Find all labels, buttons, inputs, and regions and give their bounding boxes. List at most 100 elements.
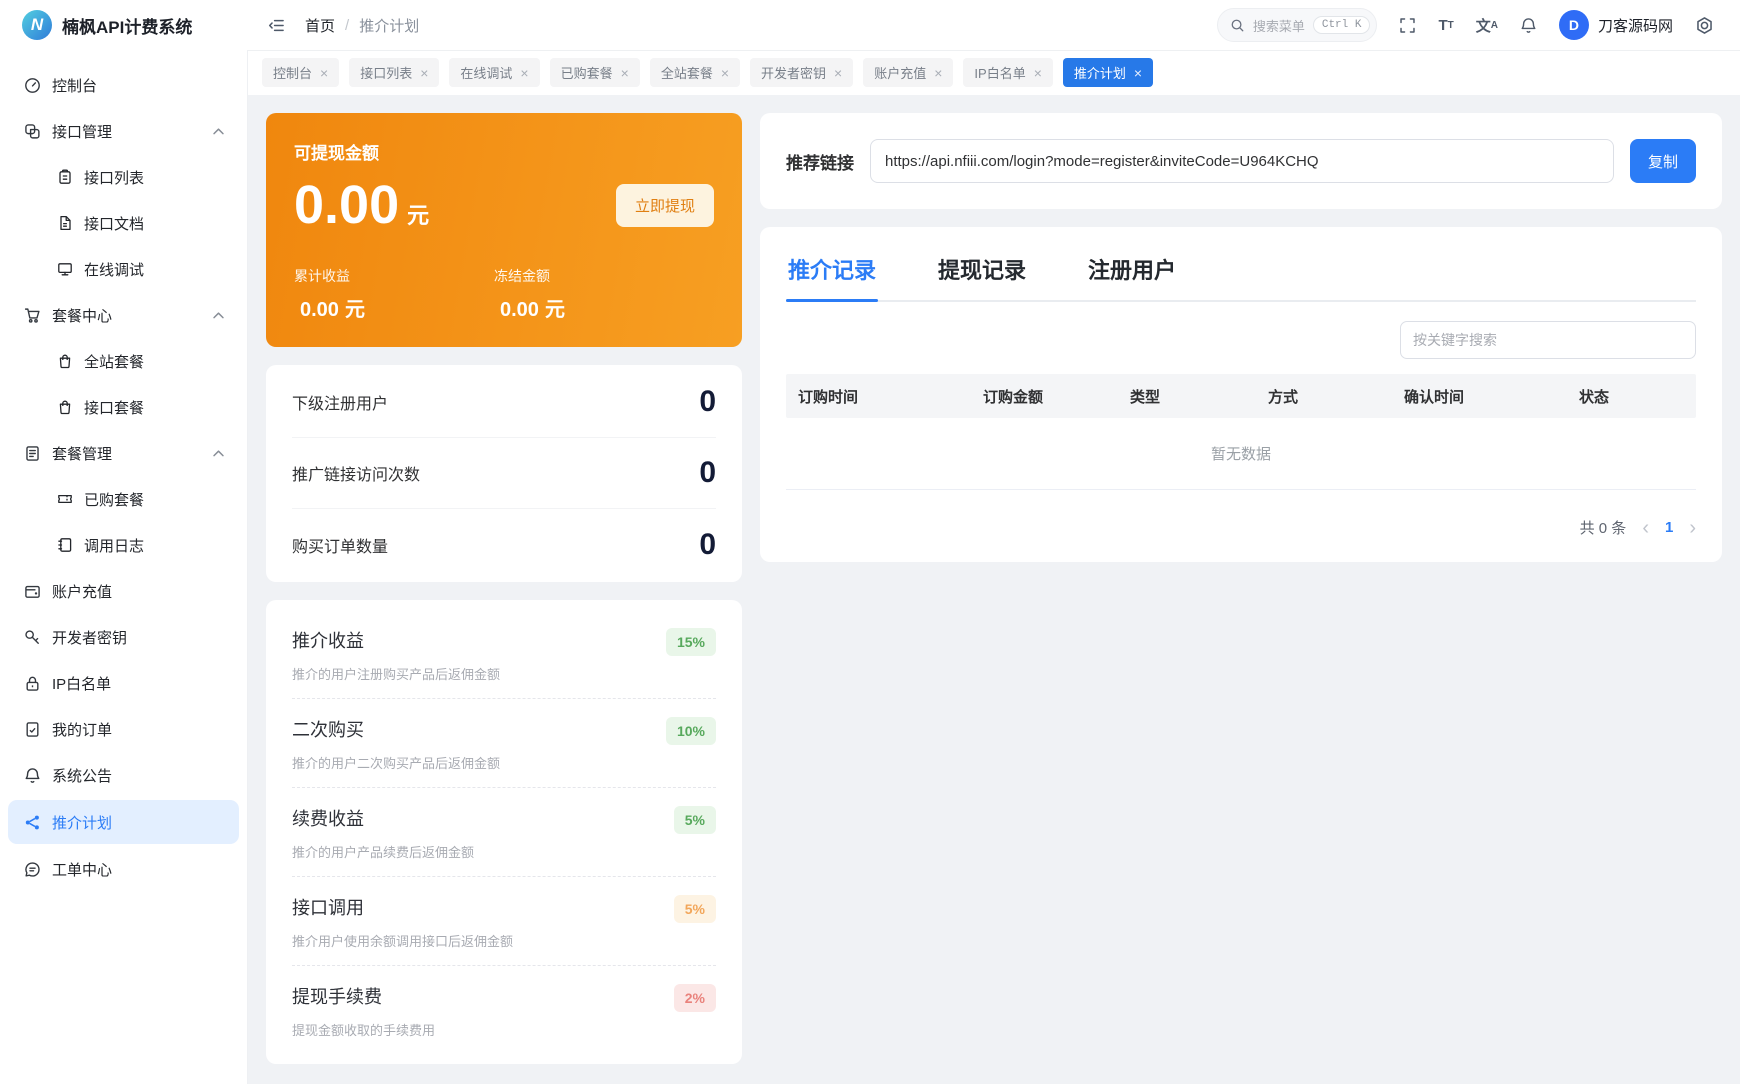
- tab-online-debug[interactable]: 在线调试×: [449, 58, 539, 87]
- close-icon[interactable]: ×: [621, 65, 629, 81]
- tab-api-list[interactable]: 接口列表×: [349, 58, 439, 87]
- user-menu[interactable]: D 刀客源码网: [1559, 10, 1673, 40]
- sidebar-group-package-center[interactable]: 套餐中心: [0, 292, 247, 338]
- close-icon[interactable]: ×: [834, 65, 842, 81]
- sidebar-group-api-management[interactable]: 接口管理: [0, 108, 247, 154]
- page-content: 可提现金额 0.00元 立即提现 累计收益 0.00元 冻结金额 0.00元: [248, 95, 1740, 1084]
- notification-bell-icon[interactable]: [1520, 17, 1537, 34]
- search-icon: [1230, 18, 1245, 33]
- chat-icon: [26, 863, 39, 876]
- sidebar-item-dashboard[interactable]: 控制台: [0, 62, 247, 108]
- tab-site-packages[interactable]: 全站套餐×: [650, 58, 740, 87]
- commission-item-second-purchase: 二次购买推介的用户二次购买产品后返佣金额 10%: [292, 699, 716, 788]
- rate-badge: 15%: [666, 628, 716, 656]
- frozen-amount: 冻结金额 0.00元: [494, 266, 565, 323]
- tab-referral-records[interactable]: 推介记录: [786, 231, 878, 300]
- stat-value: 0: [699, 528, 716, 562]
- sidebar-item-purchased-packages[interactable]: 已购套餐: [0, 476, 247, 522]
- total-count: 共 0 条: [1580, 517, 1627, 538]
- sidebar-item-account-recharge[interactable]: 账户充值: [0, 568, 247, 614]
- stat-value: 0: [699, 456, 716, 490]
- close-icon[interactable]: ×: [721, 65, 729, 81]
- order-check-icon: [27, 722, 38, 735]
- chevron-up-icon: [210, 123, 227, 140]
- menu-search-trigger[interactable]: 搜索菜单 Ctrl K: [1217, 8, 1378, 42]
- doc-list-icon: [27, 446, 38, 459]
- breadcrumb-home[interactable]: 首页: [305, 15, 335, 36]
- app-title: 楠枫API计费系统: [62, 13, 192, 38]
- sidebar-item-online-debug[interactable]: 在线调试: [0, 246, 247, 292]
- commission-item-withdrawal-fee: 提现手续费提现金额收取的手续费用 2%: [292, 966, 716, 1054]
- bell-icon: [26, 768, 39, 781]
- records-tabbar: 推介记录 提现记录 注册用户: [786, 231, 1696, 302]
- sidebar-collapse-icon[interactable]: [268, 17, 285, 34]
- tab-purchased-packages[interactable]: 已购套餐×: [550, 58, 640, 87]
- close-icon[interactable]: ×: [1134, 65, 1142, 81]
- bag-icon: [60, 355, 69, 367]
- wallet-title: 可提现金额: [294, 139, 714, 164]
- api-icon: [26, 124, 39, 137]
- total-earnings: 累计收益 0.00元: [294, 266, 494, 323]
- chevron-up-icon: [210, 307, 227, 324]
- commission-item-renewal-earnings: 续费收益推介的用户产品续费后返佣金额 5%: [292, 788, 716, 877]
- page-number[interactable]: 1: [1665, 519, 1673, 536]
- ticket-icon: [59, 496, 71, 503]
- col-order-amount: 订购金额: [971, 386, 1118, 407]
- avatar: D: [1559, 10, 1589, 40]
- sidebar-item-api-docs[interactable]: 接口文档: [0, 200, 247, 246]
- tab-ip-whitelist[interactable]: IP白名单×: [963, 58, 1052, 87]
- prev-page-icon[interactable]: ‹: [1642, 518, 1649, 538]
- chevron-up-icon: [210, 445, 227, 462]
- sidebar-item-ip-whitelist[interactable]: IP白名单: [0, 660, 247, 706]
- sidebar-item-ticket-center[interactable]: 工单中心: [0, 846, 247, 892]
- tab-registered-users[interactable]: 注册用户: [1086, 231, 1178, 300]
- main-area: 控制台× 接口列表× 在线调试× 已购套餐× 全站套餐× 开发者密钥× 账户充值…: [248, 50, 1740, 1084]
- sidebar-item-api-list[interactable]: 接口列表: [0, 154, 247, 200]
- close-icon[interactable]: ×: [1034, 65, 1042, 81]
- col-method: 方式: [1256, 386, 1392, 407]
- referral-link-card: 推荐链接 复制: [760, 113, 1722, 209]
- sidebar-group-package-management[interactable]: 套餐管理: [0, 430, 247, 476]
- share-icon: [26, 815, 39, 829]
- gauge-icon: [26, 78, 39, 91]
- pagination: 共 0 条 ‹ 1 ›: [786, 517, 1696, 538]
- tab-account-recharge[interactable]: 账户充值×: [863, 58, 953, 87]
- withdraw-now-button[interactable]: 立即提现: [616, 184, 714, 227]
- col-order-time: 订购时间: [786, 386, 971, 407]
- tab-developer-keys[interactable]: 开发者密钥×: [750, 58, 853, 87]
- wallet-icon: [26, 586, 39, 597]
- translate-icon[interactable]: 文A: [1476, 15, 1498, 36]
- fullscreen-icon[interactable]: [1399, 17, 1416, 34]
- app-window: N 楠枫API计费系统 首页 / 推介计划 搜索菜单 Ctrl K TT 文A …: [0, 0, 1740, 1084]
- close-icon[interactable]: ×: [520, 65, 528, 81]
- left-column: 可提现金额 0.00元 立即提现 累计收益 0.00元 冻结金额 0.00元: [266, 113, 742, 1064]
- font-size-icon[interactable]: TT: [1438, 17, 1453, 34]
- user-name: 刀客源码网: [1598, 15, 1673, 36]
- sidebar-item-my-orders[interactable]: 我的订单: [0, 706, 247, 752]
- copy-button[interactable]: 复制: [1630, 139, 1696, 183]
- sidebar-item-developer-keys[interactable]: 开发者密钥: [0, 614, 247, 660]
- close-icon[interactable]: ×: [420, 65, 428, 81]
- col-status: 状态: [1567, 386, 1696, 407]
- tab-withdrawal-records[interactable]: 提现记录: [936, 231, 1028, 300]
- sidebar-item-system-announcements[interactable]: 系统公告: [0, 752, 247, 798]
- table-header-row: 订购时间 订购金额 类型 方式 确认时间 状态: [786, 374, 1696, 418]
- col-type: 类型: [1118, 386, 1256, 407]
- next-page-icon[interactable]: ›: [1689, 518, 1696, 538]
- stat-value: 0: [699, 385, 716, 419]
- tab-dashboard[interactable]: 控制台×: [262, 58, 339, 87]
- settings-gear-icon[interactable]: [1695, 16, 1714, 35]
- sidebar-item-site-packages[interactable]: 全站套餐: [0, 338, 247, 384]
- stat-row-link-visits: 推广链接访问次数0: [292, 438, 716, 509]
- records-search-row: [786, 302, 1696, 374]
- close-icon[interactable]: ×: [320, 65, 328, 81]
- sidebar-item-call-logs[interactable]: 调用日志: [0, 522, 247, 568]
- close-icon[interactable]: ×: [934, 65, 942, 81]
- sidebar-item-referral-plan[interactable]: 推介计划: [8, 800, 239, 844]
- referral-link-input[interactable]: [870, 139, 1614, 183]
- keyword-search-input[interactable]: [1400, 321, 1696, 359]
- key-icon: [26, 631, 38, 643]
- cart-icon: [26, 309, 39, 322]
- tab-referral-plan[interactable]: 推介计划×: [1063, 58, 1153, 87]
- sidebar-item-api-packages[interactable]: 接口套餐: [0, 384, 247, 430]
